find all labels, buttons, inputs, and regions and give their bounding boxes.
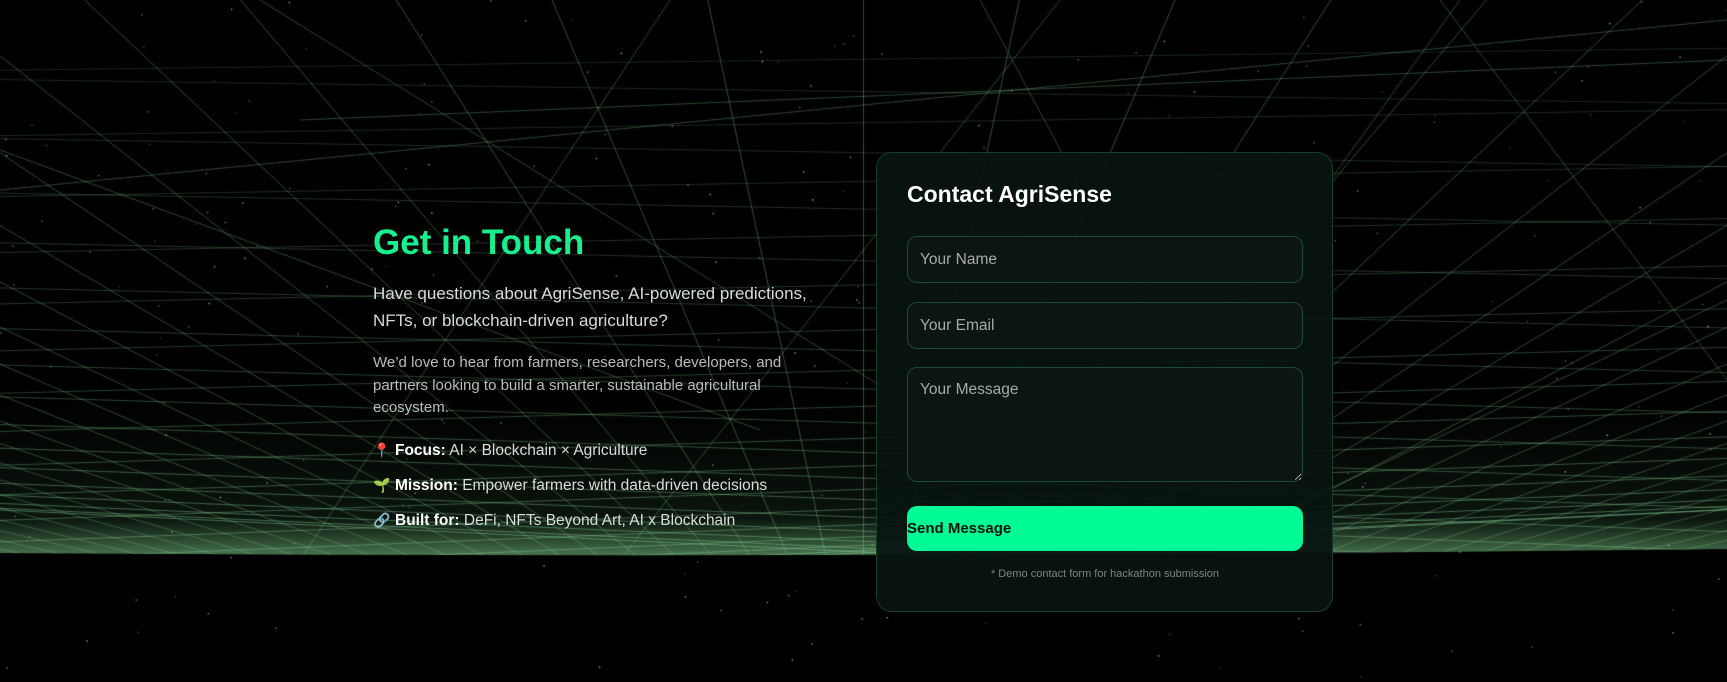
email-input[interactable] — [907, 302, 1303, 349]
intro-section: Get in Touch Have questions about AgriSe… — [373, 222, 823, 545]
fact-mission: 🌱 Mission: Empower farmers with data-driv… — [373, 475, 823, 496]
fact-label: Mission: — [395, 476, 458, 494]
facts-list: 📍 Focus: AI × Blockchain × Agriculture 🌱 M… — [373, 440, 823, 531]
fact-value: DeFi, NFTs Beyond Art, AI x Blockchain — [463, 511, 736, 529]
form-note: * Demo contact form for hackathon submis… — [990, 568, 1220, 580]
fact-label: Built for: — [395, 511, 460, 529]
fact-focus: 📍 Focus: AI × Blockchain × Agriculture — [373, 440, 823, 461]
intro-lead: Have questions about AgriSense, AI-power… — [373, 284, 807, 330]
fact-value: Empower farmers with data-driven decisio… — [462, 476, 768, 494]
pin-icon: 📍 — [373, 441, 391, 458]
contact-form: Contact AgriSense Send Message * Demo co… — [876, 152, 1333, 612]
send-message-button[interactable]: Send Message — [907, 506, 1303, 551]
form-title: Contact AgriSense — [907, 181, 1112, 207]
fact-label: Focus: — [395, 441, 446, 459]
grid-background — [0, 0, 1727, 682]
fact-value: AI × Blockchain × Agriculture — [449, 441, 648, 459]
fact-built-for: 🔗 Built for: DeFi, NFTs Beyond Art, AI x … — [373, 510, 823, 531]
page-title: Get in Touch — [373, 223, 585, 262]
name-input[interactable] — [907, 236, 1303, 283]
message-textarea[interactable] — [907, 367, 1303, 482]
intro-body: We’d love to hear from farmers, research… — [373, 354, 782, 416]
link-icon: 🔗 — [373, 511, 391, 528]
seedling-icon: 🌱 — [373, 476, 391, 493]
page: Get in Touch Have questions about AgriSe… — [0, 0, 1727, 682]
